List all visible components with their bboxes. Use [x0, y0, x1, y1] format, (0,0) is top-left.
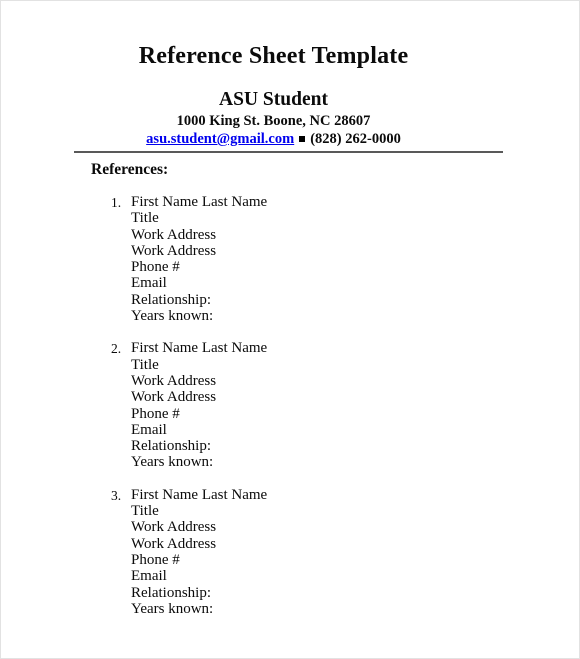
reference-field-phone: Phone # — [131, 551, 180, 568]
list-item-body: First Name Last Name Title Work Address … — [131, 486, 579, 617]
list-item-number: 1. — [111, 195, 122, 210]
list-item-number: 2. — [111, 341, 122, 357]
reference-field-phone: Phone # — [131, 405, 180, 422]
square-bullet-icon — [299, 136, 306, 143]
reference-field-address-2: Work Address — [131, 242, 217, 259]
references-list: 1. First Name Last Name Title Work Addre… — [1, 194, 579, 633]
reference-field-years-known: Years known: — [131, 600, 214, 617]
phone-number: (828) 262-0000 — [310, 131, 401, 147]
student-address: 1000 King St. Boone, NC 28607 — [176, 113, 371, 129]
reference-field-name: First Name Last Name — [131, 194, 268, 210]
reference-field-address-1: Work Address — [131, 372, 217, 389]
reference-field-email: Email — [131, 275, 167, 292]
reference-field-relationship: Relationship: — [131, 291, 211, 308]
contact-line: asu.student@gmail.com (828) 262-0000 — [1, 131, 546, 148]
list-item: 1. First Name Last Name Title Work Addre… — [1, 194, 579, 325]
reference-field-relationship: Relationship: — [131, 438, 211, 455]
reference-field-title: Title — [131, 503, 159, 520]
list-item-number: 3. — [111, 487, 122, 503]
reference-field-address-1: Work Address — [131, 519, 217, 536]
list-item-body: First Name Last Name Title Work Address … — [131, 194, 579, 325]
reference-field-years-known: Years known: — [131, 308, 214, 325]
references-heading: References: — [91, 161, 169, 178]
reference-field-name: First Name Last Name — [131, 340, 268, 357]
reference-field-name: First Name Last Name — [131, 486, 268, 503]
reference-field-title: Title — [131, 210, 159, 227]
list-item: 3. First Name Last Name Title Work Addre… — [1, 486, 579, 617]
student-name: ASU Student — [219, 89, 328, 110]
email-link[interactable]: asu.student@gmail.com — [146, 131, 294, 147]
reference-field-title: Title — [131, 356, 159, 373]
page-title: Reference Sheet Template — [138, 43, 409, 69]
reference-field-address-2: Work Address — [131, 535, 217, 552]
header-divider — [74, 151, 503, 153]
list-item-body: First Name Last Name Title Work Address … — [131, 340, 579, 471]
reference-field-email: Email — [131, 421, 167, 438]
list-item: 2. First Name Last Name Title Work Addre… — [1, 340, 579, 471]
reference-field-address-1: Work Address — [131, 226, 217, 243]
reference-field-address-2: Work Address — [131, 389, 217, 406]
reference-field-email: Email — [131, 568, 167, 585]
document-page: Reference Sheet Template ASU Student 100… — [0, 0, 580, 659]
reference-field-phone: Phone # — [131, 259, 180, 276]
reference-field-relationship: Relationship: — [131, 584, 211, 601]
reference-field-years-known: Years known: — [131, 454, 214, 471]
